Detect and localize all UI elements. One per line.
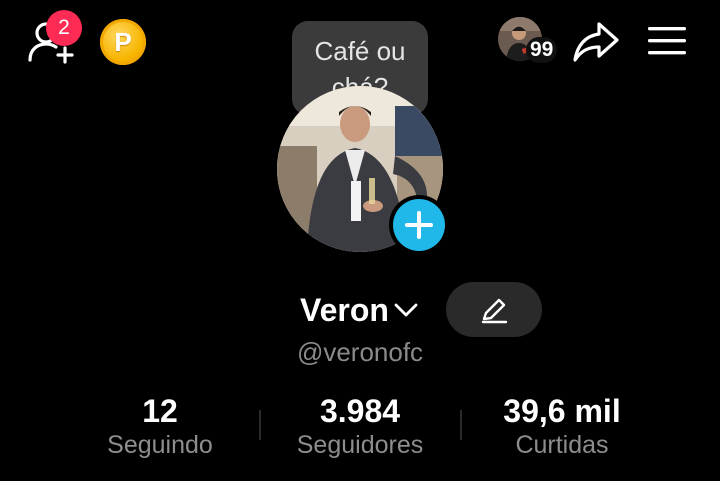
share-icon [573, 22, 619, 62]
stat-divider [259, 410, 261, 440]
stat-followers-value: 3.984 [319, 393, 401, 429]
chevron-down-icon [394, 303, 418, 317]
stat-likes-label: Curtidas [515, 431, 609, 459]
pencil-icon [481, 298, 508, 324]
stat-likes-value: 39,6 mil [503, 393, 621, 429]
coin-icon: P [114, 27, 132, 57]
stat-divider [460, 410, 462, 440]
profile-screen: 2 P Café ou chá? 99 [0, 0, 720, 481]
share-button[interactable] [572, 20, 620, 64]
menu-button[interactable] [646, 24, 688, 58]
friends-count: 99 [526, 37, 558, 63]
profile-handle: @veronofc [296, 337, 424, 367]
stat-following-value: 12 [142, 393, 178, 429]
hamburger-menu-icon [648, 27, 686, 55]
account-switcher[interactable]: Veron [300, 288, 419, 332]
profile-handle-row: @veronofc [0, 337, 720, 368]
stat-likes[interactable]: 39,6 mil Curtidas [472, 393, 652, 461]
plus-icon [405, 211, 433, 239]
notification-badge: 2 [46, 10, 82, 46]
stat-following-label: Seguindo [107, 431, 213, 459]
stat-followers-label: Seguidores [296, 431, 424, 459]
profile-name: Veron [300, 291, 389, 328]
coin-button[interactable]: P [100, 19, 146, 65]
stat-followers[interactable]: 3.984 Seguidores [270, 393, 450, 461]
tooltip-line-1: Café ou [314, 36, 406, 66]
stat-following[interactable]: 12 Seguindo [80, 393, 240, 461]
edit-profile-button[interactable] [446, 282, 542, 337]
add-story-button[interactable] [393, 199, 445, 251]
